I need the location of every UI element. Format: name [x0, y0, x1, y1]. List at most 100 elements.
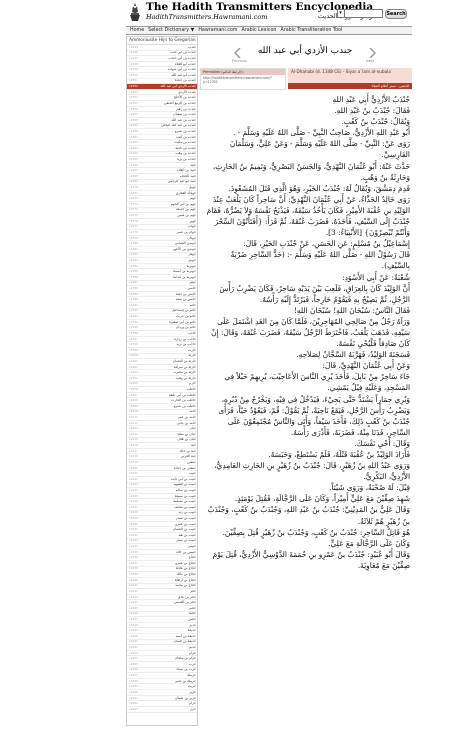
next-label[interactable]: Next	[366, 59, 374, 63]
lamp-logo-icon[interactable]	[128, 3, 142, 21]
sidebar-item-label: حاطب بن عمرو	[173, 404, 196, 408]
sidebar-item-number: 12439	[129, 572, 138, 577]
sidebar-item-number: 12357	[129, 112, 138, 117]
sidebar-item-label: حريز بن عثمان	[175, 695, 196, 700]
sidebar-item-label: حابس بن دغثة	[175, 291, 196, 296]
entry-paragraph: شَهِدَ صِفِّيْنَ مَعَ عَلِيٍّ أَمِيْراً،…	[234, 494, 410, 504]
sidebar-item-label: حبيب بن سالم	[175, 488, 196, 492]
sidebar-item-number: 12456	[129, 667, 138, 672]
sidebar-item-label: جهم بن حذيفة	[176, 207, 196, 212]
sidebar-item-label: جهبل	[188, 185, 196, 190]
sidebar-item-label: حذيم	[188, 645, 196, 650]
sidebar-item-label: حاتم بن حريث	[175, 314, 196, 319]
sidebar-item-label: حبيش	[187, 544, 196, 549]
sidebar-item-number: 12420	[129, 465, 138, 470]
sidebar-item-number: 12347	[129, 56, 138, 61]
sidebar-item-label: حجية	[188, 611, 196, 616]
sidebar-item-label: حاتم بن أبي صغيرة	[169, 319, 196, 324]
sidebar-item-label: حبان بن هلال	[177, 437, 196, 442]
sidebar-item-label: حجير	[188, 605, 196, 610]
site-url[interactable]: HadithTransmitters.Hawramani.com	[146, 13, 267, 21]
sidebar-item-number: 12388	[129, 286, 138, 291]
sidebar-item-label: حجر	[189, 589, 196, 593]
entry-paragraph: حَدَّثَ عَنْهُ: أَبُو عُثْمَانَ النَّهْد…	[212, 161, 410, 182]
sidebar-item-number: 12384	[129, 263, 138, 268]
sidebar-item-number: 12393	[129, 314, 138, 319]
sidebar-item-number: 12440	[129, 577, 138, 582]
entry-paragraph: أَنَّ الوَلِيْدَ كَانَ بِالعِرَاقِ، فَلَ…	[219, 283, 410, 304]
entry-paragraph: رَوَى عَنْ: النَّبِيِّ - صَلَّى اللهُ عَ…	[229, 139, 410, 160]
sidebar-item-number: 12392	[129, 308, 138, 313]
sidebar-item-label: جوشن بن الأعور	[172, 246, 196, 251]
sidebar-item-label: حاجب	[187, 331, 196, 335]
sidebar-item-label: حبيب بن أبي ثابت	[170, 476, 196, 481]
entry-paragraph: وَكَانَ عَلَى الرَّجَّالَةِ مَعَ عَلِيٍّ…	[328, 538, 410, 548]
hijri-converter-link[interactable]: Ammoniusite Hijri to Gregorian Converter	[127, 37, 197, 45]
entry-paragraph: فَقَالَ النَّاسُ: سُبْحَانَ اللهِ! سُبْح…	[293, 305, 410, 315]
search-button[interactable]: Search	[385, 9, 407, 19]
sidebar-item-label: حجاج بن محمد	[175, 583, 196, 588]
sidebar-item-number: 12358	[129, 117, 138, 122]
entry-text: جُنْدَبُ الأَزْدِيُّ أَبِي عَبْدِ اللهِ ف…	[202, 94, 410, 571]
dictionary-select[interactable]: ▾	[337, 9, 345, 18]
sidebar-item-number: 12451	[129, 639, 138, 644]
sidebar-item-label: جندب أبو العلاء	[174, 61, 196, 66]
sidebar-item-number: 12447	[129, 617, 138, 621]
sidebar-item-label: حزام	[188, 701, 196, 706]
sidebar-item-label: حبان بن منقذ	[177, 432, 196, 436]
sidebar-item-number: 12380	[129, 241, 138, 246]
sidebar-item-number: 12411	[129, 415, 138, 420]
sidebar-item-label: حبان	[189, 426, 196, 431]
sidebar-item-label: جندب بن أبي ثابت	[170, 50, 196, 55]
sidebar-item-number: 12443	[129, 594, 138, 599]
page-title: جندب الأزدي أبي عبد الله	[257, 46, 353, 56]
sidebar-item-number: 12372	[129, 196, 138, 201]
entry-paragraph: فَقَالَ: جُنْدَبُ بنُ عَبْدِ اللهِ.	[334, 106, 410, 116]
nav-home[interactable]: Home	[130, 28, 144, 33]
previous-label[interactable]: Previous	[232, 59, 247, 63]
sidebar-item-label: حجين	[188, 617, 196, 621]
sidebar-item-number: 12454	[129, 656, 138, 661]
sidebar-item-number: 12422	[129, 476, 138, 481]
next-arrow-icon[interactable]	[368, 48, 376, 58]
sidebar-item-label: حاجب بن زرارة	[174, 336, 196, 341]
sidebar-item-number: 12442	[129, 589, 138, 593]
sidebar-item-label: حرام بن ملحان	[174, 656, 196, 661]
sidebar-item-label: حبيب بن مخنف	[174, 504, 196, 509]
sidebar-item-number: 12407	[129, 392, 138, 397]
sidebar-item-number: 12436	[129, 555, 138, 560]
sidebar-item-label: جندب بن عبد الله البجلي	[161, 123, 196, 128]
sidebar-item-number: 12385	[129, 269, 138, 274]
sidebar-item-label: جندب بن كعب	[175, 134, 196, 139]
entry-paragraph: قَالَ رَسُوْلُ اللهِ - صَلَّى اللهُ عَلَ…	[230, 250, 410, 271]
sidebar-item-number: 12445	[129, 605, 138, 610]
sidebar-item[interactable]: 12463 حزن	[127, 707, 197, 713]
sidebar-item-label: جندب بن أبي شهاب	[167, 67, 196, 72]
nav-transliteration-tool[interactable]: Arabic Transliteration Tool	[280, 28, 342, 33]
previous-arrow-icon[interactable]	[234, 48, 242, 58]
sidebar-item-number: 12348	[129, 61, 138, 66]
sidebar-item-number: 12355	[129, 101, 138, 105]
nav-select-dictionary[interactable]: Select Dictionary ▼	[148, 28, 194, 33]
sidebar-item-number: 12367	[129, 168, 138, 173]
sidebar-item-label: جهم بن أبي الجهم	[170, 202, 196, 206]
nav-hawramani[interactable]: Hawramani.com	[198, 28, 237, 33]
permalink-box: Permalink (الرابط الدائم): http://hadith…	[200, 68, 286, 90]
entry-paragraph: فَأَرَادَ الوَلِيْدُ بنُ عُقْبَةَ قَتْلَ…	[268, 450, 410, 459]
sidebar-item-number: 12390	[129, 297, 138, 302]
entry-paragraph: جَاءَ سَاحِرٌ مِنْ بَابِلَ، فَأَخَذَ يُر…	[224, 372, 410, 393]
sidebar-item-label: حاطب	[186, 387, 196, 391]
sidebar-item-number: 12399	[129, 347, 138, 352]
sidebar-item-label: حارثة بن سراقة	[173, 364, 196, 369]
permalink-url[interactable]: http://hadithtransmitters.hawramani.com/…	[201, 75, 285, 85]
sidebar-item-label: جندب الأزدي	[178, 89, 196, 94]
sidebar-item-label: حبة	[191, 443, 196, 448]
sidebar-item-label: جندب بن الربيع الحنفي	[163, 101, 196, 105]
sidebar-item-label: جندب بن يزيد	[176, 157, 196, 161]
nav-arabic-lexicon[interactable]: Arabic Lexicon	[241, 28, 276, 33]
sidebar-item-label: حبيب بن هند	[178, 533, 196, 537]
sidebar-item-number: 12462	[129, 701, 138, 706]
sidebar-item-label: حاطب بن الحارث	[171, 398, 196, 403]
sidebar-item-number: 12356	[129, 106, 138, 111]
entry-paragraph: وَرَوَى عَبْدُ اللهِ بنُ زُهَيْرٍ، قَالَ…	[214, 461, 410, 482]
